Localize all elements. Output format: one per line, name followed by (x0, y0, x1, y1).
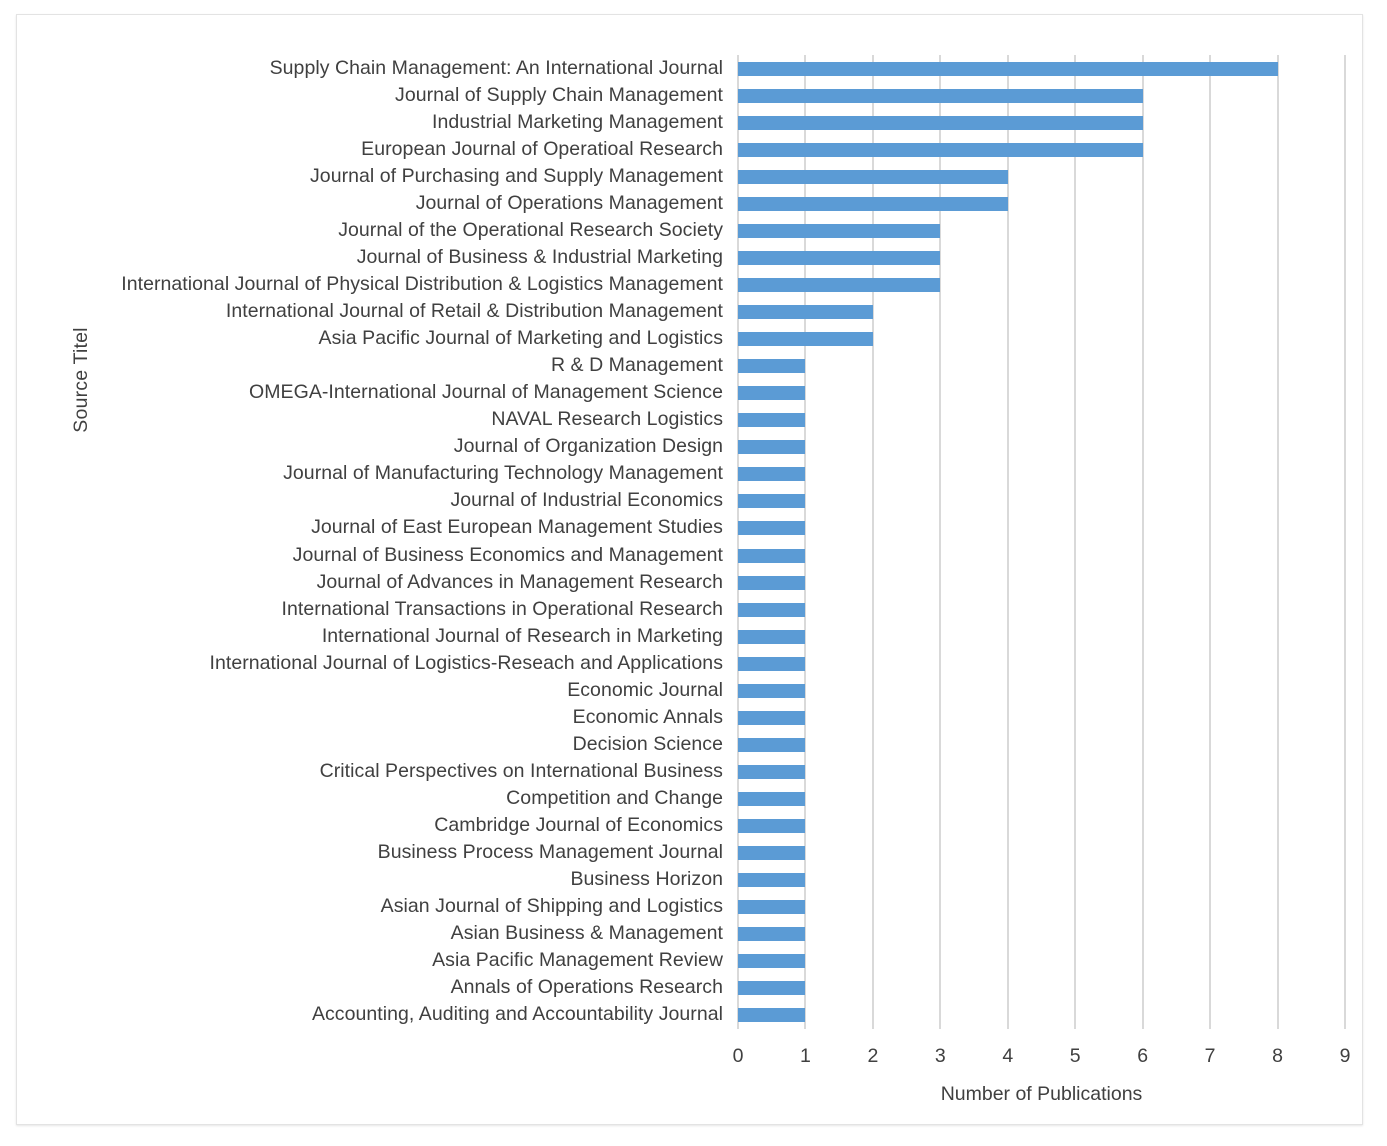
bar[interactable] (738, 629, 806, 644)
bar[interactable] (738, 250, 941, 265)
x-axis-tick-label: 3 (934, 1045, 946, 1067)
y-axis-tick-label: International Journal of Retail & Distri… (225, 300, 723, 323)
bar[interactable] (738, 575, 806, 590)
y-axis-tick-label: International Journal of Research in Mar… (321, 624, 723, 647)
y-axis-tick-label: Economic Journal (567, 678, 723, 701)
y-axis-tick-label: Business Process Management Journal (377, 841, 723, 864)
y-axis-tick-label: International Transactions in Operationa… (281, 597, 723, 620)
x-axis-tick-label: 8 (1272, 1045, 1283, 1067)
y-axis-tick-label: Journal of Advances in Management Resear… (316, 570, 723, 593)
chart-container: Source Titel Supply Chain Management: An… (16, 14, 1363, 1125)
bar[interactable] (738, 873, 806, 888)
y-axis-tick-label: R & D Management (550, 354, 723, 377)
y-axis-tick-label: Journal of Industrial Economics (450, 489, 723, 512)
y-axis-tick-labels: Supply Chain Management: An Internationa… (97, 55, 723, 1029)
x-axis-title: Number of Publications (940, 1083, 1143, 1105)
y-axis-title: Source Titel (70, 327, 92, 433)
x-axis-tick-label: 1 (800, 1045, 811, 1067)
bar[interactable] (738, 981, 806, 996)
y-axis-tick-label: Asia Pacific Journal of Marketing and Lo… (318, 327, 723, 350)
bar[interactable] (738, 386, 806, 401)
bar[interactable] (738, 846, 806, 861)
bar[interactable] (738, 196, 1008, 211)
y-axis-tick-label: Business Horizon (570, 868, 723, 891)
y-axis-tick-label: Industrial Marketing Management (432, 110, 723, 133)
y-axis-tick-label: International Journal of Logistics-Resea… (209, 651, 723, 674)
bar[interactable] (738, 494, 806, 509)
bar[interactable] (738, 223, 941, 238)
y-axis-tick-label: NAVAL Research Logistics (491, 408, 723, 431)
y-axis-tick-label: Journal of the Operational Research Soci… (338, 218, 723, 241)
bar[interactable] (738, 277, 941, 292)
y-axis-tick-label: Journal of Business Economics and Manage… (292, 543, 723, 566)
bar[interactable] (738, 169, 1008, 184)
gridline (1276, 55, 1279, 1029)
y-axis-tick-label: Journal of Operations Management (415, 191, 723, 214)
y-axis-tick-label: Asian Journal of Shipping and Logistics (380, 895, 723, 918)
y-axis-tick-label: Cambridge Journal of Economics (434, 814, 723, 837)
y-axis-tick-label: Annals of Operations Research (450, 976, 723, 999)
bar[interactable] (738, 548, 806, 563)
bar[interactable] (738, 900, 806, 915)
y-axis-tick-label: Journal of Business & Industrial Marketi… (356, 245, 723, 268)
bar[interactable] (738, 764, 806, 779)
gridline (1074, 55, 1077, 1029)
x-axis-tick-label: 9 (1339, 1045, 1351, 1067)
bar[interactable] (738, 88, 1143, 103)
x-axis-tick-label: 6 (1137, 1045, 1149, 1067)
x-axis-tick-label: 0 (732, 1045, 744, 1067)
bar[interactable] (738, 332, 873, 347)
bar[interactable] (738, 683, 806, 698)
bar[interactable] (738, 359, 806, 374)
y-axis-tick-label: Decision Science (572, 732, 723, 755)
bar[interactable] (738, 521, 806, 536)
y-axis-tick-label: European Journal of Operatioal Research (361, 137, 723, 160)
bar[interactable] (738, 792, 806, 807)
y-axis-tick-label: Journal of Supply Chain Management (395, 83, 723, 106)
bar[interactable] (738, 737, 806, 752)
y-axis-tick-label: Asian Business & Management (450, 922, 723, 945)
bar[interactable] (738, 467, 806, 482)
y-axis-tick-label: Critical Perspectives on International B… (319, 759, 723, 782)
plot-area (737, 55, 1346, 1029)
y-axis-tick-label: Journal of Manufacturing Technology Mana… (283, 462, 723, 485)
y-axis-tick-label: Accounting, Auditing and Accountability … (311, 1003, 723, 1026)
y-axis-tick-label: OMEGA-International Journal of Managemen… (249, 381, 723, 404)
bar[interactable] (738, 142, 1143, 157)
gridline (1209, 55, 1212, 1029)
x-axis-tick-label: 7 (1204, 1045, 1216, 1067)
bar[interactable] (738, 656, 806, 671)
bar[interactable] (738, 819, 806, 834)
y-axis-tick-label: Supply Chain Management: An Internationa… (269, 56, 723, 79)
gridline (1344, 55, 1346, 1029)
y-axis-tick-label: Journal of Purchasing and Supply Managem… (310, 164, 723, 187)
x-axis-tick-label: 2 (867, 1045, 879, 1067)
bar[interactable] (738, 710, 806, 725)
bar[interactable] (738, 440, 806, 455)
x-axis-tick-labels: 0 1 2 3 4 5 6 7 8 9 (733, 1045, 1351, 1073)
gridline (1141, 55, 1144, 1029)
x-axis-tick-label: 5 (1069, 1045, 1081, 1067)
bar[interactable] (738, 115, 1143, 130)
bar[interactable] (738, 61, 1278, 76)
y-axis-tick-label: Competition and Change (506, 787, 723, 810)
y-axis-tick-label: Journal of Organization Design (453, 435, 723, 458)
x-axis-tick-label: 4 (1002, 1045, 1014, 1067)
bar[interactable] (738, 413, 806, 428)
y-axis-tick-label: Journal of East European Management Stud… (311, 516, 723, 539)
y-axis-tick-label: Asia Pacific Management Review (432, 949, 723, 972)
y-axis-tick-label: Economic Annals (572, 705, 723, 728)
bar[interactable] (738, 954, 806, 969)
bar[interactable] (738, 305, 873, 320)
bar[interactable] (738, 602, 806, 617)
bar[interactable] (738, 927, 806, 942)
y-axis-tick-label: International Journal of Physical Distri… (121, 272, 723, 295)
bar[interactable] (738, 1008, 806, 1023)
